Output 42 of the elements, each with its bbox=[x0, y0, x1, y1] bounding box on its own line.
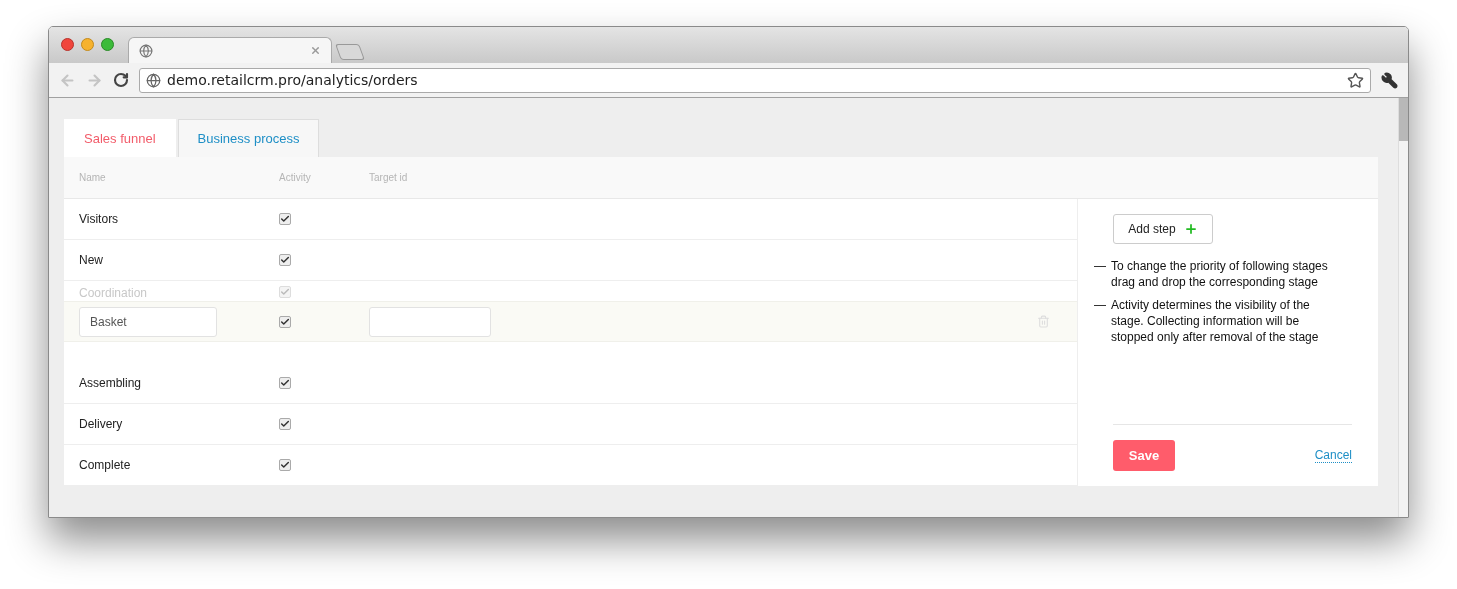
column-header: Target id bbox=[369, 171, 409, 185]
stage-name: Complete bbox=[79, 457, 132, 474]
stage-name: Visitors bbox=[79, 211, 120, 228]
column-header: Activity bbox=[279, 171, 312, 185]
globe-icon bbox=[146, 72, 161, 88]
checkbox[interactable] bbox=[279, 254, 291, 266]
dragged-row[interactable]: Basket bbox=[64, 301, 1077, 342]
note-dash: — bbox=[1094, 297, 1106, 314]
reload-icon[interactable] bbox=[113, 72, 129, 88]
minimize-window-icon[interactable] bbox=[81, 37, 94, 51]
forward-icon[interactable] bbox=[86, 71, 103, 89]
bookmark-star-icon[interactable] bbox=[1347, 71, 1364, 89]
checkbox[interactable] bbox=[279, 213, 291, 225]
stage-name: Delivery bbox=[79, 416, 124, 433]
note-text: Activity determines the visibility of the stage. Collecting information will be stopped only after removal of the stage bbox=[1111, 297, 1320, 345]
name-field[interactable]: Basket bbox=[79, 306, 217, 337]
scrollbar-thumb[interactable] bbox=[1399, 98, 1408, 141]
stage-name: New bbox=[79, 252, 104, 269]
checkbox[interactable] bbox=[279, 315, 291, 328]
new-tab-button[interactable] bbox=[335, 44, 365, 60]
wrench-icon[interactable] bbox=[1381, 71, 1398, 89]
address-field[interactable]: demo.retailcrm.pro/analytics/orders bbox=[139, 67, 1371, 93]
close-window-icon[interactable] bbox=[61, 37, 74, 51]
target-id-field[interactable] bbox=[369, 306, 491, 337]
stage-name: Assembling bbox=[79, 375, 143, 392]
add-step-button[interactable]: Add step bbox=[1113, 214, 1213, 244]
tab[interactable]: Business process bbox=[177, 119, 320, 157]
checkbox[interactable] bbox=[279, 459, 291, 471]
checkbox[interactable] bbox=[279, 418, 291, 430]
note-dash: — bbox=[1094, 258, 1106, 275]
checkbox[interactable] bbox=[279, 377, 291, 389]
url-text: demo.retailcrm.pro/analytics/orders bbox=[167, 70, 418, 90]
zoom-window-icon[interactable] bbox=[101, 37, 114, 51]
cancel-link[interactable]: Cancel bbox=[1314, 448, 1352, 463]
back-icon[interactable] bbox=[59, 71, 76, 89]
browser-tab[interactable] bbox=[128, 37, 332, 63]
plus-icon bbox=[1183, 222, 1198, 236]
scrollbar[interactable] bbox=[1398, 98, 1408, 517]
column-header: Name bbox=[79, 171, 107, 185]
globe-icon bbox=[139, 43, 153, 58]
close-tab-icon[interactable] bbox=[310, 45, 321, 56]
note-text: To change the priority of following stages drag and drop the corresponding stage bbox=[1111, 258, 1329, 290]
